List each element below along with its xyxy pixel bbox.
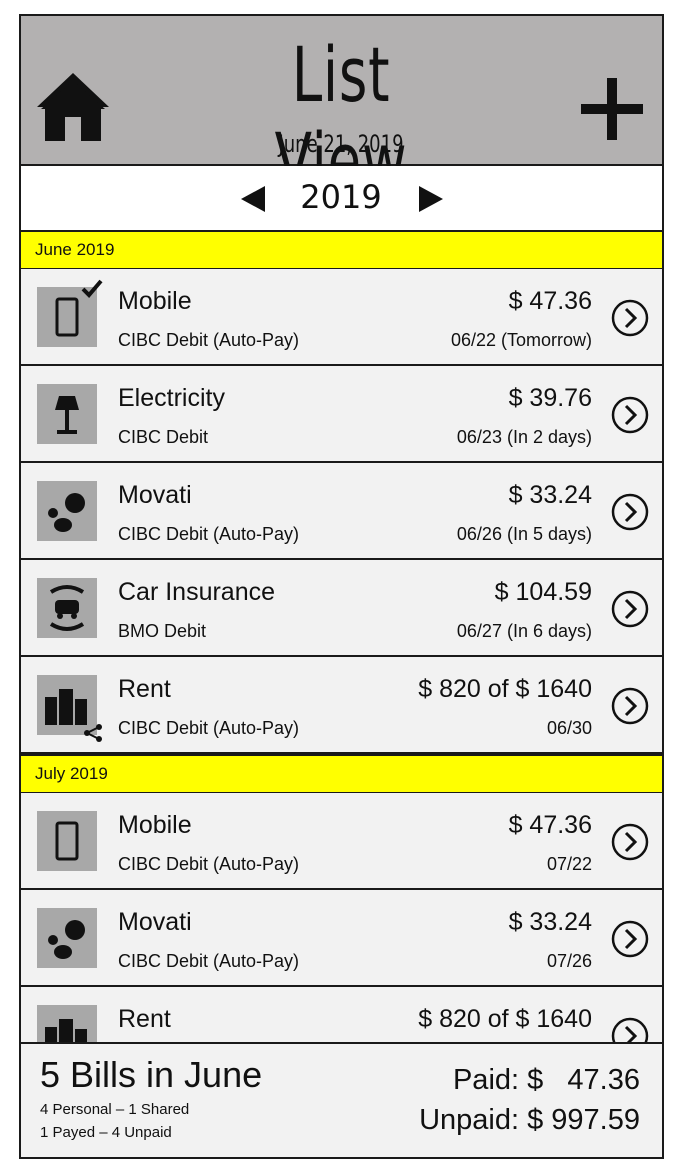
add-bill-icon[interactable] [581, 78, 643, 140]
fitness-balls-icon [37, 481, 97, 541]
next-year-icon[interactable] [419, 186, 443, 212]
month-header-june: June 2019 [21, 230, 662, 270]
bill-amount: $ 39.76 [508, 384, 592, 412]
bill-due-date: 07/26 [546, 951, 592, 971]
month-label: July 2019 [35, 764, 108, 783]
bill-name: Electricity [118, 384, 225, 412]
bill-row[interactable]: Electricity CIBC Debit $ 39.76 06/23 (In… [21, 366, 662, 463]
bill-due-date: 06/26 (In 5 days) [456, 524, 592, 544]
header: List View June 21, 2019 [21, 16, 662, 204]
bill-due-date: 06/23 (In 2 days) [456, 427, 592, 447]
bill-account: CIBC Debit (Auto-Pay) [118, 951, 300, 971]
previous-year-icon[interactable] [241, 186, 265, 212]
bill-due-date: 07/22 [546, 854, 592, 874]
summary-breakdown-status: 1 Payed – 4 Unpaid [40, 1124, 172, 1141]
bill-account: CIBC Debit (Auto-Pay) [118, 854, 300, 874]
summary-breakdown-type: 4 Personal – 1 Shared [40, 1101, 190, 1118]
bill-account: CIBC Debit (Auto-Pay) [118, 330, 300, 350]
summary-title: 5 Bills in June [40, 1054, 263, 1095]
bill-row[interactable]: Movati CIBC Debit (Auto-Pay) $ 33.24 06/… [21, 463, 662, 560]
mobile-phone-check-icon [37, 279, 103, 347]
bill-amount: $ 47.36 [508, 287, 592, 315]
bill-amount: $ 820 of $ 1640 [418, 1005, 592, 1033]
chevron-right-icon[interactable] [611, 493, 649, 531]
bill-account: CIBC Debit (Auto-Pay) [118, 524, 300, 544]
fitness-balls-icon [37, 908, 97, 968]
bill-name: Mobile [118, 811, 192, 839]
buildings-shared-icon [37, 675, 102, 742]
bill-account: CIBC Debit (Auto-Pay) [118, 718, 300, 738]
home-icon[interactable] [35, 71, 111, 143]
bill-amount: $ 820 of $ 1640 [418, 675, 592, 703]
chevron-right-icon[interactable] [611, 396, 649, 434]
summary-footer: 5 Bills in June 4 Personal – 1 Shared 1 … [21, 1042, 662, 1157]
chevron-right-icon[interactable] [611, 299, 649, 337]
chevron-right-icon[interactable] [611, 687, 649, 725]
bill-due-date: 06/30 [546, 718, 592, 738]
mobile-phone-icon [37, 811, 97, 871]
app-frame: List View June 21, 2019 2019 June 2019 M… [19, 14, 664, 1159]
chevron-right-icon[interactable] [611, 920, 649, 958]
bill-due-date: 06/22 (Tomorrow) [450, 330, 592, 350]
bill-name: Mobile [118, 287, 192, 315]
summary-paid-total: Paid: $ 47.36 [452, 1064, 640, 1096]
car-insurance-icon [37, 578, 97, 638]
bill-amount: $ 33.24 [508, 908, 592, 936]
summary-unpaid-total: Unpaid: $ 997.59 [419, 1104, 640, 1136]
current-date: June 21, 2019 [278, 130, 404, 158]
bill-name: Car Insurance [118, 578, 276, 606]
bill-account: BMO Debit [118, 621, 207, 641]
bill-name: Rent [118, 675, 171, 703]
lamp-icon [37, 384, 97, 444]
bill-due-date: 06/27 (In 6 days) [456, 621, 592, 641]
bill-name: Movati [118, 481, 192, 509]
bill-row[interactable]: Car Insurance BMO Debit $ 104.59 06/27 (… [21, 560, 662, 657]
month-header-july: July 2019 [21, 754, 662, 794]
bill-name: Rent [118, 1005, 171, 1033]
chevron-right-icon[interactable] [611, 590, 649, 628]
chevron-right-icon[interactable] [611, 823, 649, 861]
bill-row[interactable]: Movati CIBC Debit (Auto-Pay) $ 33.24 07/… [21, 890, 662, 987]
bill-amount: $ 104.59 [494, 578, 592, 606]
bill-row[interactable]: Mobile CIBC Debit (Auto-Pay) $ 47.36 06/… [21, 269, 662, 366]
bill-amount: $ 47.36 [508, 811, 592, 839]
bill-row[interactable]: Rent CIBC Debit (Auto-Pay) $ 820 of $ 16… [21, 657, 662, 754]
bill-amount: $ 33.24 [508, 481, 592, 509]
year-navigator: 2019 [21, 166, 662, 232]
year-label: 2019 [300, 178, 382, 216]
month-label: June 2019 [35, 240, 115, 259]
bill-account: CIBC Debit [118, 427, 209, 447]
bill-name: Movati [118, 908, 192, 936]
bill-row[interactable]: Mobile CIBC Debit (Auto-Pay) $ 47.36 07/… [21, 793, 662, 890]
